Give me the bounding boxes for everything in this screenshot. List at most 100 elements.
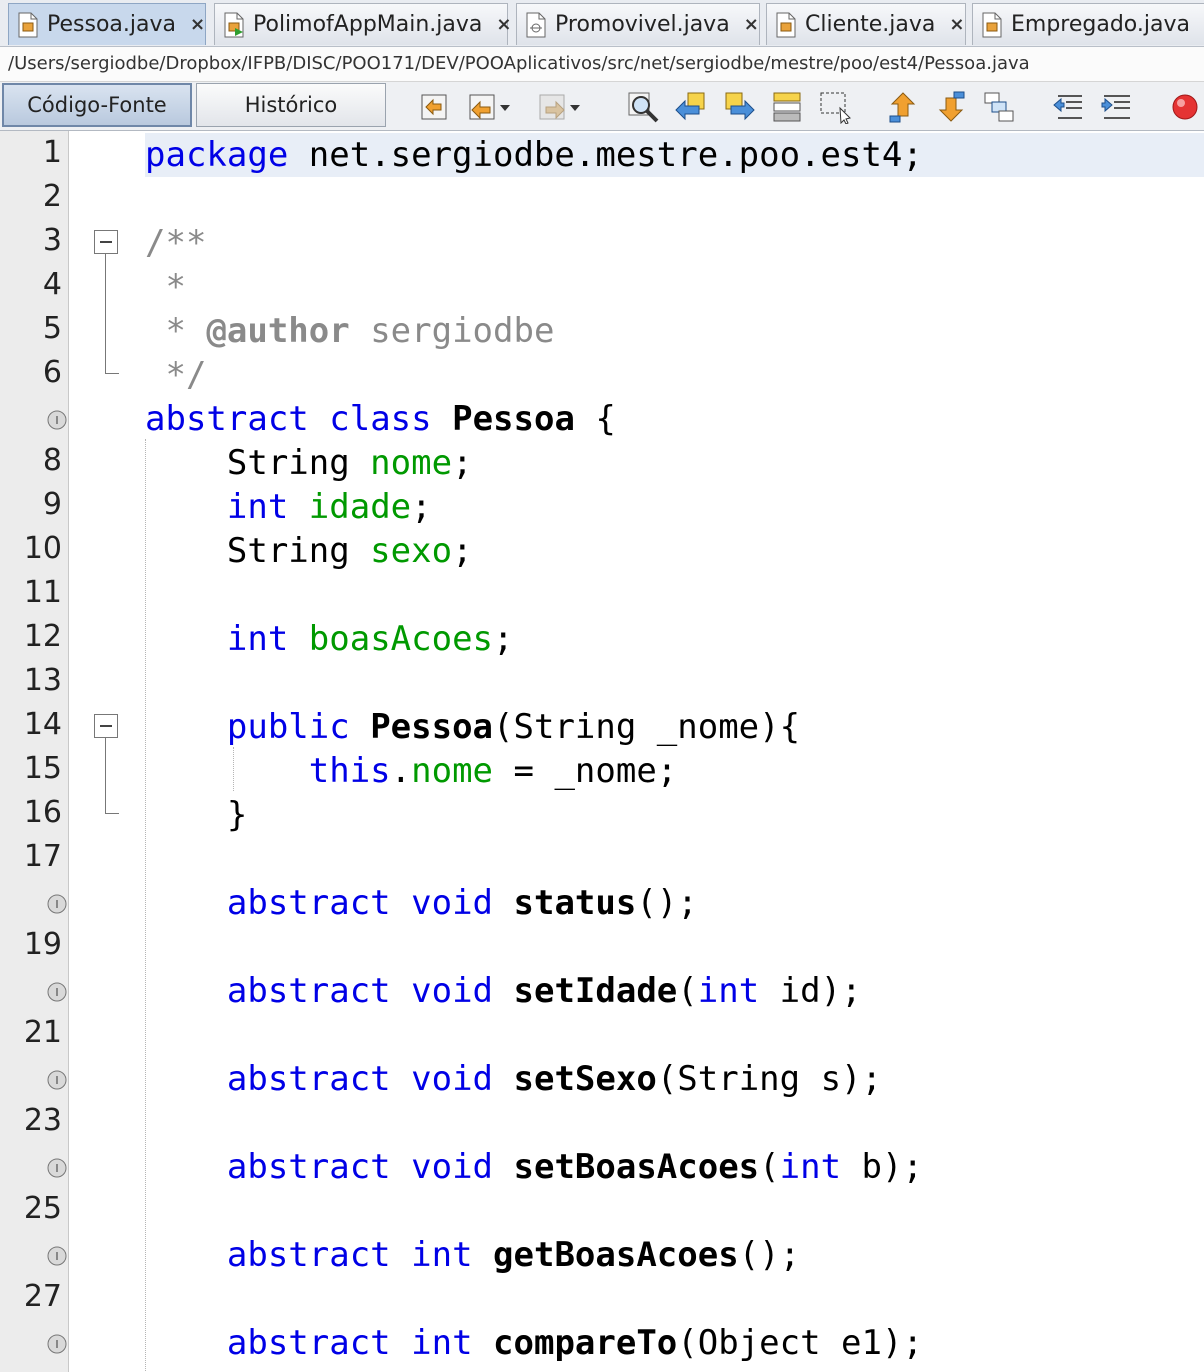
record-macro-icon[interactable] bbox=[1168, 90, 1202, 124]
code-line[interactable]: 19​ bbox=[0, 925, 1204, 969]
code-text: abstract void setBoasAcoes(int b); bbox=[226, 1147, 923, 1187]
code-line[interactable]: I abstract int getBoasAcoes(); bbox=[0, 1233, 1204, 1277]
line-number: 19 bbox=[23, 927, 62, 962]
line-number: 27 bbox=[23, 1279, 62, 1314]
java-file-icon bbox=[18, 12, 38, 37]
code-text: String nome; bbox=[145, 443, 473, 483]
tab-polimofappmain-java[interactable]: PolimofAppMain.java × bbox=[214, 3, 511, 45]
code-line[interactable]: 27​ bbox=[0, 1277, 1204, 1321]
abstract-member-icon[interactable]: I bbox=[46, 1333, 68, 1355]
code-line[interactable]: 25​ bbox=[0, 1189, 1204, 1233]
tab-pessoa-java[interactable]: Pessoa.java × bbox=[8, 3, 206, 45]
abstract-member-icon[interactable]: I bbox=[46, 1069, 68, 1091]
svg-text:I: I bbox=[55, 414, 58, 427]
line-number: 2 bbox=[42, 179, 62, 214]
code-line[interactable]: 9 int idade; bbox=[0, 485, 1204, 529]
line-number: 15 bbox=[23, 751, 62, 786]
code-line[interactable]: 21​ bbox=[0, 1013, 1204, 1057]
code-line[interactable]: Iabstract class Pessoa { bbox=[0, 397, 1204, 441]
abstract-member-icon[interactable]: I bbox=[46, 1157, 68, 1179]
toggle-bookmark-icon[interactable] bbox=[982, 90, 1016, 124]
last-edit-icon[interactable] bbox=[418, 90, 452, 124]
code-line[interactable]: 11​ bbox=[0, 573, 1204, 617]
abstract-member-icon[interactable]: I bbox=[46, 893, 68, 915]
toggle-highlight-icon[interactable] bbox=[770, 90, 804, 124]
code-line[interactable]: 17​ bbox=[0, 837, 1204, 881]
code-text: int boasAcoes; bbox=[226, 619, 514, 659]
line-number: 17 bbox=[23, 839, 62, 874]
source-view-button[interactable]: Código-Fonte bbox=[2, 83, 192, 127]
previous-bookmark-icon[interactable] bbox=[886, 90, 920, 124]
close-icon[interactable]: × bbox=[744, 14, 759, 35]
forward-icon[interactable] bbox=[536, 90, 582, 124]
close-icon[interactable]: × bbox=[190, 14, 205, 35]
find-previous-icon[interactable] bbox=[674, 90, 708, 124]
toggle-rectangular-selection-icon[interactable] bbox=[818, 90, 852, 124]
line-number: 13 bbox=[23, 663, 62, 698]
next-bookmark-icon[interactable] bbox=[934, 90, 968, 124]
line-number: 21 bbox=[23, 1015, 62, 1050]
code-text: abstract int getBoasAcoes(); bbox=[226, 1235, 801, 1275]
code-line[interactable]: 13​ bbox=[0, 661, 1204, 705]
line-number: 5 bbox=[42, 311, 62, 346]
svg-text:I: I bbox=[55, 1338, 58, 1351]
svg-text:I: I bbox=[55, 1074, 58, 1087]
line-number: 11 bbox=[23, 575, 62, 610]
code-line[interactable]: I abstract void setBoasAcoes(int b); bbox=[0, 1145, 1204, 1189]
line-number: 23 bbox=[23, 1103, 62, 1138]
find-icon[interactable] bbox=[626, 90, 660, 124]
code-line[interactable]: 4 * bbox=[0, 265, 1204, 309]
abstract-member-icon[interactable]: I bbox=[46, 1245, 68, 1267]
back-icon[interactable] bbox=[466, 90, 512, 124]
line-number: 6 bbox=[42, 355, 62, 390]
code-line[interactable]: I abstract void status(); bbox=[0, 881, 1204, 925]
abstract-member-icon[interactable]: I bbox=[46, 409, 68, 431]
find-next-icon[interactable] bbox=[722, 90, 756, 124]
svg-text:I: I bbox=[55, 1162, 58, 1175]
tab-cliente-java[interactable]: Cliente.java × bbox=[766, 3, 966, 45]
tab-promovivel-java[interactable]: Promovivel.java × bbox=[516, 3, 760, 45]
code-line[interactable]: 14 public Pessoa(String _nome){ bbox=[0, 705, 1204, 749]
code-text: abstract int compareTo(Object e1); bbox=[226, 1323, 923, 1363]
code-line[interactable]: 15 this.nome = _nome; bbox=[0, 749, 1204, 793]
abstract-member-icon[interactable]: I bbox=[46, 981, 68, 1003]
code-text: abstract class Pessoa { bbox=[145, 399, 616, 439]
code-line[interactable]: 1 package net.sergiodbe.mestre.poo.est4; bbox=[0, 133, 1204, 177]
tab-empregado-java[interactable]: Empregado.java × bbox=[972, 3, 1204, 45]
tab-label: PolimofAppMain.java bbox=[253, 12, 483, 37]
history-view-button[interactable]: Histórico bbox=[196, 83, 386, 127]
shift-left-icon[interactable] bbox=[1052, 90, 1086, 124]
editor-tab-bar: Pessoa.java × PolimofAppMain.java × Prom… bbox=[0, 0, 1204, 47]
code-line[interactable]: I abstract int compareTo(Object e1); bbox=[0, 1321, 1204, 1365]
code-line[interactable]: 3 /** bbox=[0, 221, 1204, 265]
svg-text:I: I bbox=[55, 898, 58, 911]
code-line[interactable]: 12 int boasAcoes; bbox=[0, 617, 1204, 661]
code-line[interactable]: 6 */ bbox=[0, 353, 1204, 397]
code-editor[interactable]: 1 package net.sergiodbe.mestre.poo.est4; 2… bbox=[0, 131, 1204, 1372]
close-icon[interactable]: × bbox=[496, 14, 511, 35]
line-number: 8 bbox=[42, 443, 62, 478]
shift-right-icon[interactable] bbox=[1100, 90, 1134, 124]
code-line[interactable]: 23​ bbox=[0, 1101, 1204, 1145]
code-line[interactable]: 5 * @author sergiodbe bbox=[0, 309, 1204, 353]
code-text: abstract void status(); bbox=[226, 883, 698, 923]
close-icon[interactable]: × bbox=[949, 14, 964, 35]
code-text: abstract void setIdade(int id); bbox=[226, 971, 862, 1011]
code-text: String sexo; bbox=[145, 531, 473, 571]
code-text: package net.sergiodbe.mestre.poo.est4; bbox=[145, 133, 1204, 177]
code-line[interactable]: 16 } bbox=[0, 793, 1204, 837]
java-interface-file-icon bbox=[526, 12, 546, 37]
file-path-bar: /Users/sergiodbe/Dropbox/IFPB/DISC/POO17… bbox=[0, 47, 1204, 82]
code-line[interactable]: 2​ bbox=[0, 177, 1204, 221]
code-line[interactable]: 8 String nome; bbox=[0, 441, 1204, 485]
code-line[interactable]: I abstract void setSexo(String s); bbox=[0, 1057, 1204, 1101]
java-main-file-icon bbox=[224, 12, 244, 37]
line-number: 16 bbox=[23, 795, 62, 830]
line-number: 12 bbox=[23, 619, 62, 654]
java-file-icon bbox=[776, 12, 796, 37]
code-line[interactable]: I abstract void setIdade(int id); bbox=[0, 969, 1204, 1013]
java-file-icon bbox=[982, 12, 1002, 37]
tab-label: Promovivel.java bbox=[555, 12, 730, 37]
code-line[interactable]: 10 String sexo; bbox=[0, 529, 1204, 573]
code-text: } bbox=[145, 795, 248, 835]
